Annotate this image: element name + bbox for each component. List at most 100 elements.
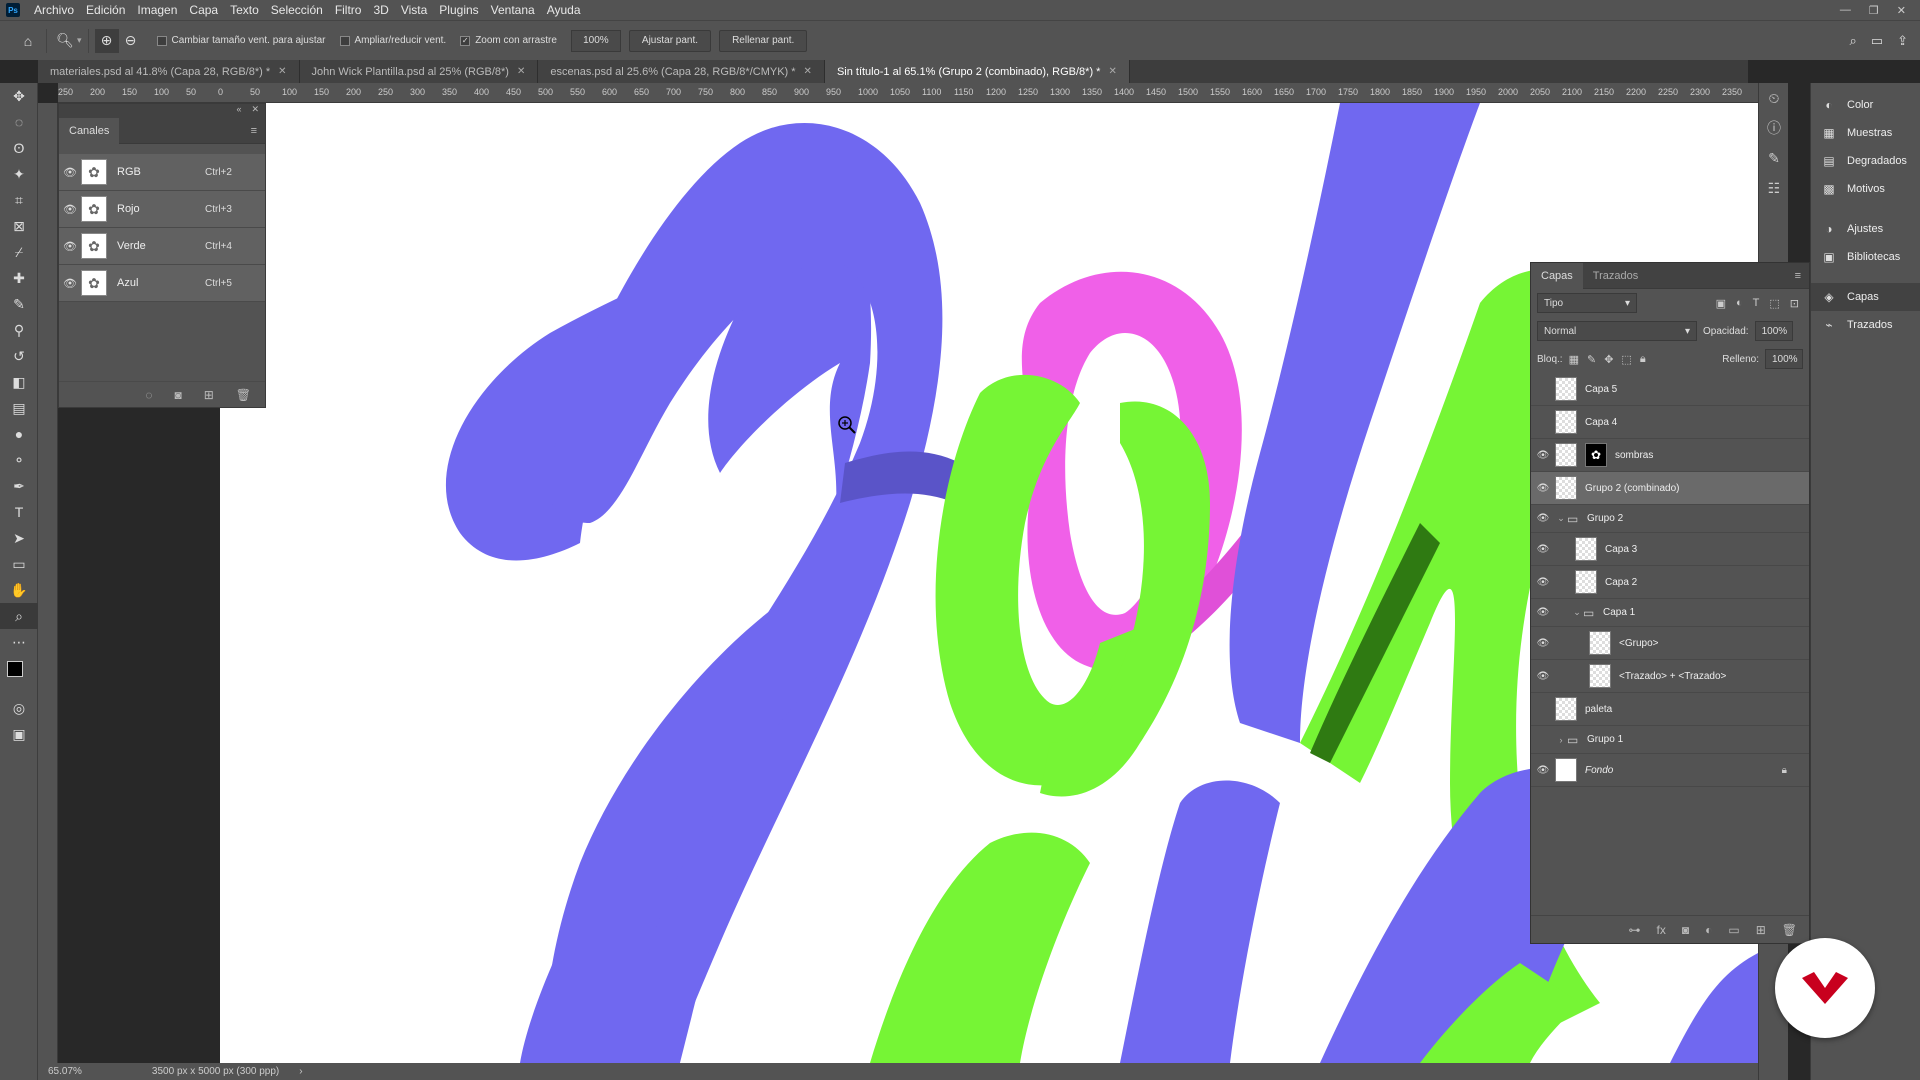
search-icon[interactable]: ⌕ [1850,33,1857,49]
eraser-tool-icon[interactable]: ◧ [0,369,38,395]
layer-row[interactable]: 👁︎ Capa 3 [1531,533,1809,566]
zoom-tool-icon[interactable]: ⌕ [0,603,38,629]
crop-tool-icon[interactable]: ⌗ [0,187,38,213]
filter-shape-icon[interactable]: ⬚ [1769,297,1779,310]
history-brush-tool-icon[interactable]: ↺ [0,343,38,369]
layer-row[interactable]: Capa 5 [1531,373,1809,406]
layer-row-background[interactable]: 👁︎ Fondo 🔒︎ [1531,754,1809,787]
healing-brush-tool-icon[interactable]: ✚ [0,265,38,291]
tab-sin-titulo[interactable]: Sin título-1 al 65.1% (Grupo 2 (combinad… [824,60,1130,83]
foreground-color-swatch[interactable] [7,661,23,677]
chevron-down-icon[interactable]: ▾ [77,35,82,46]
zoom-out-icon[interactable]: ⊖ [119,29,143,53]
eye-icon[interactable]: 👁︎ [59,166,81,179]
fit-screen-button[interactable]: Ajustar pant. [628,29,712,52]
zoom-percentage-field[interactable]: 100% [570,29,621,52]
adjustment-layer-icon[interactable]: ◐ [1705,923,1712,937]
layer-mask-thumbnail[interactable]: ✿ [1585,443,1607,467]
opacity-field[interactable]: 100% [1754,321,1793,341]
magic-wand-tool-icon[interactable]: ✦ [0,161,38,187]
add-mask-icon[interactable]: ◙ [1682,923,1689,937]
new-layer-icon[interactable]: ⊞ [1756,923,1766,937]
eye-icon[interactable]: 👁︎ [1531,577,1555,588]
channel-row-red[interactable]: 👁︎ ✿ Rojo Ctrl+3 [59,191,265,228]
eye-icon[interactable]: 👁︎ [1531,607,1555,618]
layer-row[interactable]: 👁︎ <Trazado> + <Trazado> [1531,660,1809,693]
tab-materiales[interactable]: materiales.psd al 41.8% (Capa 28, RGB/8*… [38,60,300,83]
panel-gradients[interactable]: ▤ Degradados [1811,147,1920,175]
zoom-all-windows-checkbox[interactable]: Ampliar/reducir vent. [339,35,446,46]
properties-icon[interactable]: ☷ [1759,173,1789,203]
checkbox-checked[interactable]: ✓ [460,35,471,46]
eye-icon[interactable]: 👁︎ [1531,638,1555,649]
menu-imagen[interactable]: Imagen [131,0,183,20]
fx-icon[interactable]: fx [1657,923,1666,937]
chevron-right-icon[interactable]: › [1555,735,1567,745]
checkbox-box[interactable] [156,35,167,46]
path-selection-tool-icon[interactable]: ➤ [0,525,38,551]
menu-ventana[interactable]: Ventana [485,0,541,20]
stamp-tool-icon[interactable]: ⚲ [0,317,38,343]
pen-tool-icon[interactable]: ✒ [0,473,38,499]
chevron-right-icon[interactable]: › [289,1066,312,1077]
panel-swatches[interactable]: ▦ Muestras [1811,119,1920,147]
gradient-tool-icon[interactable]: ▤ [0,395,38,421]
move-tool-icon[interactable]: ✥ [0,83,38,109]
checkbox-box[interactable] [339,35,350,46]
lock-artboard-icon[interactable]: ⬚ [1621,353,1631,366]
zoom-in-icon[interactable]: ⊕ [94,28,119,53]
menu-3d[interactable]: 3D [367,0,394,20]
eye-icon[interactable]: 👁︎ [1531,544,1555,555]
share-icon[interactable]: ⇪ [1897,33,1908,49]
restore-icon[interactable]: ❐ [1869,4,1879,17]
channel-row-blue[interactable]: 👁︎ ✿ Azul Ctrl+5 [59,265,265,302]
more-tools-icon[interactable]: ⋯ [0,629,38,655]
photoshop-logo-icon[interactable]: Ps [6,3,20,17]
rectangle-tool-icon[interactable]: ▭ [0,551,38,577]
layer-row[interactable]: 👁︎ <Grupo> [1531,627,1809,660]
history-icon[interactable]: ⏲ [1759,83,1789,113]
tab-channels[interactable]: Canales [59,117,120,144]
hand-tool-icon[interactable]: ✋ [0,577,38,603]
lasso-tool-icon[interactable]: ʘ [0,135,38,161]
minimize-icon[interactable]: — [1840,4,1851,17]
menu-ayuda[interactable]: Ayuda [541,0,587,20]
link-layers-icon[interactable]: ⊶ [1629,923,1641,937]
new-group-icon[interactable]: ▭ [1728,923,1739,937]
resize-windows-checkbox[interactable]: Cambiar tamaño vent. para ajustar [156,35,326,46]
tab-paths[interactable]: Trazados [1583,263,1648,289]
eye-icon[interactable]: 👁︎ [1531,450,1555,461]
panel-libraries[interactable]: ▣ Bibliotecas [1811,243,1920,271]
eye-icon[interactable]: 👁︎ [59,240,81,253]
eye-icon[interactable]: 👁︎ [1531,483,1555,494]
tab-layers[interactable]: Capas [1531,262,1583,289]
frame-tool-icon[interactable]: ⊠ [0,213,38,239]
zoom-tool-preset-icon[interactable]: 🔍︎ [53,29,77,53]
filter-type-icon[interactable]: T [1753,297,1760,310]
eye-icon[interactable]: 👁︎ [1531,671,1555,682]
blur-tool-icon[interactable]: ● [0,421,38,447]
channel-row-green[interactable]: 👁︎ ✿ Verde Ctrl+4 [59,228,265,265]
layer-row[interactable]: 👁︎ Capa 2 [1531,566,1809,599]
workspace-icon[interactable]: ▭ [1871,33,1883,49]
screen-mode-icon[interactable]: ▣ [0,721,38,747]
lock-position-icon[interactable]: ✥ [1604,353,1613,366]
panel-adjustments[interactable]: ◑ Ajustes [1811,215,1920,243]
chevron-down-icon[interactable]: ⌄ [1571,607,1583,618]
panel-menu-icon[interactable]: ≡ [1795,270,1801,282]
delete-channel-icon[interactable]: 🗑︎ [236,388,251,402]
tab-john-wick[interactable]: John Wick Plantilla.psd al 25% (RGB/8*) ✕ [299,60,539,83]
home-icon[interactable]: ⌂ [16,29,40,53]
new-channel-icon[interactable]: ⊞ [204,388,214,402]
close-tab-icon[interactable]: ✕ [278,66,286,77]
menu-archivo[interactable]: Archivo [28,0,80,20]
group-row[interactable]: › ▭ Grupo 1 [1531,726,1809,754]
menu-seleccion[interactable]: Selección [265,0,329,20]
menu-capa[interactable]: Capa [183,0,224,20]
panel-layers[interactable]: ◈ Capas [1811,283,1920,311]
tab-escenas[interactable]: escenas.psd al 25.6% (Capa 28, RGB/8*/CM… [538,60,825,83]
panel-patterns[interactable]: ▩ Motivos [1811,175,1920,203]
filter-smart-icon[interactable]: ⊡ [1790,297,1799,310]
menu-vista[interactable]: Vista [395,0,433,20]
close-icon[interactable]: ✕ [251,104,259,118]
